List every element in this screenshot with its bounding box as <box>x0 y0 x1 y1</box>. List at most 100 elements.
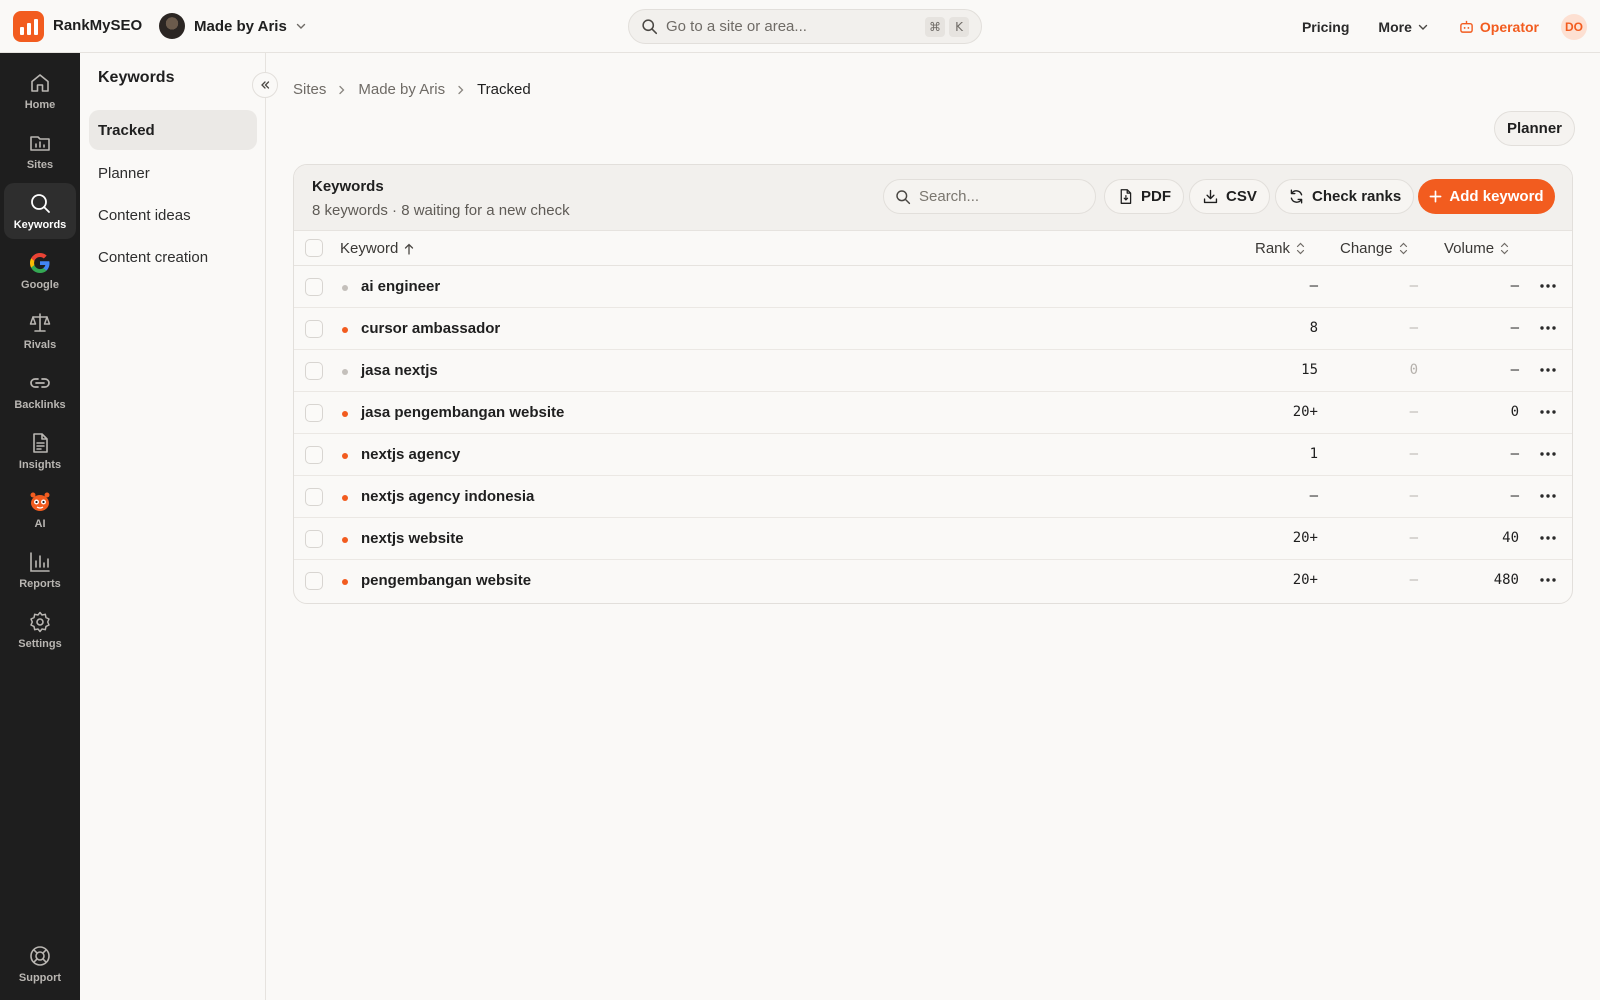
rail-item-reports[interactable]: Reports <box>4 542 76 598</box>
csv-button[interactable]: CSV <box>1189 179 1270 214</box>
keyword-search-input[interactable]: Search... <box>883 179 1096 214</box>
shortcut-key-k: K <box>949 16 969 37</box>
rail-item-home[interactable]: Home <box>4 63 76 119</box>
check-ranks-button[interactable]: Check ranks <box>1275 179 1415 214</box>
rail-item-insights[interactable]: Insights <box>4 423 76 479</box>
user-avatar[interactable]: DO <box>1561 13 1587 40</box>
keyword-cell[interactable]: nextjs agency <box>361 446 460 463</box>
rail-item-rivals[interactable]: Rivals <box>4 303 76 359</box>
keyword-cell[interactable]: jasa pengembangan website <box>361 404 564 421</box>
link-icon <box>30 378 50 388</box>
column-keyword[interactable]: Keyword <box>340 240 414 257</box>
rail-item-backlinks[interactable]: Backlinks <box>4 363 76 419</box>
column-change[interactable]: Change <box>1340 240 1408 257</box>
more-options-icon[interactable] <box>1538 573 1558 587</box>
rail-item-settings[interactable]: Settings <box>4 602 76 658</box>
breadcrumb-sites[interactable]: Sites <box>293 81 326 98</box>
breadcrumb-site[interactable]: Made by Aris <box>358 81 445 98</box>
rail-item-keywords[interactable]: Keywords <box>4 183 76 239</box>
table-row[interactable]: nextjs agency 1 – – <box>294 434 1572 476</box>
add-keyword-button[interactable]: Add keyword <box>1418 179 1555 214</box>
chevrons-left-icon <box>261 81 270 89</box>
keyword-cell[interactable]: ai engineer <box>361 278 440 295</box>
top-bar: RankMySEO Made by Aris Go to a site or a… <box>0 0 1600 53</box>
table-row[interactable]: jasa nextjs 15 0 – <box>294 350 1572 392</box>
pdf-button[interactable]: PDF <box>1104 179 1184 214</box>
column-keyword-label: Keyword <box>340 240 399 257</box>
rank-cell: 1 <box>1309 446 1318 462</box>
status-dot <box>342 537 348 543</box>
more-options-icon[interactable] <box>1538 489 1558 503</box>
table-row[interactable]: ai engineer – – – <box>294 266 1572 308</box>
column-rank[interactable]: Rank <box>1255 240 1305 257</box>
row-checkbox[interactable] <box>305 572 323 590</box>
pricing-link[interactable]: Pricing <box>1302 19 1349 35</box>
status-dot <box>342 327 348 333</box>
more-options-icon[interactable] <box>1538 405 1558 419</box>
table-row[interactable]: nextjs website 20+ – 40 <box>294 518 1572 560</box>
global-search-placeholder: Go to a site or area... <box>666 18 807 35</box>
change-cell: – <box>1409 572 1418 588</box>
brand-name[interactable]: RankMySEO <box>53 17 142 34</box>
keyword-cell[interactable]: pengembangan website <box>361 572 531 589</box>
operator-button[interactable]: Operator <box>1459 19 1539 35</box>
status-dot <box>342 369 348 375</box>
rank-cell: 20+ <box>1292 404 1318 420</box>
table-row[interactable]: cursor ambassador 8 – – <box>294 308 1572 350</box>
collapse-sidebar-button[interactable] <box>252 72 278 98</box>
change-cell: – <box>1409 530 1418 546</box>
column-volume[interactable]: Volume <box>1444 240 1509 257</box>
rank-cell: – <box>1309 488 1318 504</box>
more-options-icon[interactable] <box>1538 321 1558 335</box>
table-row[interactable]: pengembangan website 20+ – 480 <box>294 560 1572 602</box>
row-checkbox[interactable] <box>305 488 323 506</box>
more-options-icon[interactable] <box>1538 447 1558 461</box>
row-checkbox[interactable] <box>305 404 323 422</box>
keyword-cell[interactable]: jasa nextjs <box>361 362 438 379</box>
site-avatar <box>159 13 185 39</box>
global-search[interactable]: Go to a site or area... ⌘ K <box>628 9 982 44</box>
status-dot <box>342 285 348 291</box>
keywords-card: Keywords 8 keywords · 8 waiting for a ne… <box>293 164 1573 604</box>
select-all-checkbox[interactable] <box>305 239 323 257</box>
volume-cell: 0 <box>1510 404 1519 420</box>
file-download-icon <box>1120 189 1132 204</box>
rail-item-support[interactable]: Support <box>4 936 76 992</box>
keywords-subnav: Keywords Tracked Planner Content ideas C… <box>80 53 266 1000</box>
subnav-item-planner[interactable]: Planner <box>89 153 257 193</box>
more-options-icon[interactable] <box>1538 279 1558 293</box>
row-checkbox[interactable] <box>305 530 323 548</box>
subnav-item-tracked[interactable]: Tracked <box>89 110 257 150</box>
row-checkbox[interactable] <box>305 446 323 464</box>
rail-item-sites[interactable]: Sites <box>4 123 76 179</box>
rail-item-ai[interactable]: AI <box>4 482 76 538</box>
keyword-cell[interactable]: nextjs agency indonesia <box>361 488 534 505</box>
rank-cell: 20+ <box>1292 572 1318 588</box>
subnav-item-content-creation[interactable]: Content creation <box>89 237 257 277</box>
row-checkbox[interactable] <box>305 320 323 338</box>
table-row[interactable]: nextjs agency indonesia – – – <box>294 476 1572 518</box>
row-checkbox[interactable] <box>305 278 323 296</box>
table-row[interactable]: jasa pengembangan website 20+ – 0 <box>294 392 1572 434</box>
more-options-icon[interactable] <box>1538 531 1558 545</box>
more-menu[interactable]: More <box>1378 19 1428 35</box>
keyword-cell[interactable]: cursor ambassador <box>361 320 500 337</box>
more-options-icon[interactable] <box>1538 363 1558 377</box>
check-ranks-label: Check ranks <box>1312 188 1402 205</box>
pdf-label: PDF <box>1141 188 1171 205</box>
row-checkbox[interactable] <box>305 362 323 380</box>
volume-cell: – <box>1510 446 1519 462</box>
rail-item-google[interactable]: Google <box>4 243 76 299</box>
subnav-title: Keywords <box>98 69 175 86</box>
rail-label: Support <box>18 972 62 984</box>
rail-label: Settings <box>18 638 62 650</box>
logo-icon[interactable] <box>13 11 44 42</box>
search-icon <box>896 189 911 204</box>
site-switcher[interactable]: Made by Aris <box>159 13 306 39</box>
subnav-item-content-ideas[interactable]: Content ideas <box>89 195 257 235</box>
rank-cell: 20+ <box>1292 530 1318 546</box>
breadcrumb: Sites Made by Aris Tracked <box>293 81 531 98</box>
planner-button[interactable]: Planner <box>1494 111 1576 146</box>
keyword-cell[interactable]: nextjs website <box>361 530 464 547</box>
download-icon <box>1203 189 1218 204</box>
